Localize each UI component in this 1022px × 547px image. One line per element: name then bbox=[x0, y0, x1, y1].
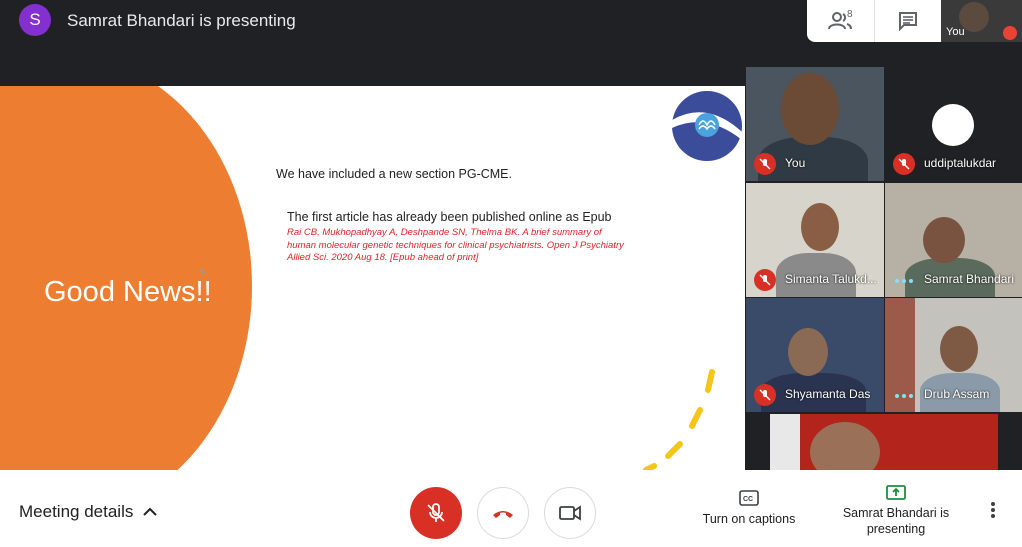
bottom-bar: Meeting details CC Turn on captions Samr… bbox=[0, 470, 1022, 547]
meet-window: S Samrat Bhandari is presenting 8 You Go… bbox=[0, 0, 1022, 547]
mic-off-icon bbox=[754, 269, 776, 291]
participant-tile-presenter-video[interactable] bbox=[770, 414, 998, 470]
mic-off-icon bbox=[754, 384, 776, 406]
hang-up-icon bbox=[493, 511, 513, 518]
participant-tile-you[interactable]: You bbox=[746, 67, 884, 181]
decorative-dashes bbox=[643, 369, 715, 470]
slide-heading: Good News!! bbox=[44, 276, 212, 308]
journal-logo bbox=[672, 91, 742, 161]
participant-tile-drub[interactable]: Drub Assam bbox=[885, 298, 1022, 412]
meeting-details-label: Meeting details bbox=[19, 502, 134, 521]
leave-call-button[interactable] bbox=[477, 487, 529, 539]
presenting-label: Samrat Bhandari is presenting bbox=[842, 506, 950, 536]
video-camera-icon bbox=[559, 505, 581, 521]
mic-off-icon bbox=[1003, 26, 1017, 40]
captions-label: Turn on captions bbox=[702, 512, 796, 526]
chevron-up-icon bbox=[143, 507, 158, 516]
slide-line-1: We have included a new section PG-CME. bbox=[276, 167, 512, 181]
chat-button[interactable] bbox=[873, 0, 942, 42]
top-bar: S Samrat Bhandari is presenting 8 You bbox=[0, 0, 1022, 44]
participant-name: Samrat Bhandari bbox=[924, 272, 1015, 286]
participant-name: Simanta Talukd... bbox=[785, 272, 877, 286]
present-screen-icon bbox=[886, 485, 906, 500]
mic-off-icon bbox=[893, 153, 915, 175]
presenting-title: Samrat Bhandari is presenting bbox=[67, 11, 296, 30]
captions-button[interactable]: CC Turn on captions bbox=[696, 490, 802, 526]
participant-name: You bbox=[785, 156, 806, 170]
participant-name: Shyamanta Das bbox=[785, 387, 871, 401]
closed-captions-icon: CC bbox=[739, 490, 759, 506]
participant-tile-shyamanta[interactable]: Shyamanta Das bbox=[746, 298, 884, 412]
mouse-cursor-icon bbox=[200, 268, 206, 276]
self-label: You bbox=[946, 26, 965, 38]
presentation-slide: Good News!! We have included a new secti… bbox=[0, 86, 745, 470]
presenting-button[interactable]: Samrat Bhandari is presenting bbox=[840, 484, 952, 537]
camera-toggle-button[interactable] bbox=[544, 487, 596, 539]
more-options-icon[interactable] bbox=[983, 500, 1003, 520]
slide-citation: Rai CB, Mukhopadhyay A, Deshpande SN, Th… bbox=[287, 227, 624, 263]
meeting-details-button[interactable]: Meeting details bbox=[19, 502, 158, 522]
microphone-toggle-button[interactable] bbox=[410, 487, 462, 539]
participant-name: Drub Assam bbox=[924, 387, 990, 401]
speaking-indicator-icon bbox=[895, 394, 913, 398]
svg-text:CC: CC bbox=[743, 496, 753, 503]
presenter-avatar: S bbox=[19, 4, 51, 36]
participant-tile-simanta[interactable]: Simanta Talukd... bbox=[746, 183, 884, 297]
speaking-indicator-icon bbox=[895, 279, 913, 283]
participant-tile-samrat[interactable]: Samrat Bhandari bbox=[885, 183, 1022, 297]
mic-off-icon bbox=[427, 503, 445, 522]
chat-icon bbox=[898, 12, 917, 31]
people-button[interactable]: 8 bbox=[807, 0, 874, 42]
self-preview[interactable]: You bbox=[941, 0, 1022, 42]
participant-name: uddiptalukdar bbox=[924, 156, 997, 170]
participant-video bbox=[770, 414, 998, 470]
participant-tile-uddiptalukdar[interactable]: uddiptalukdar bbox=[885, 67, 1022, 181]
slide-line-2: The first article has already been publi… bbox=[287, 210, 612, 224]
top-right-panel: 8 bbox=[807, 0, 941, 42]
mic-off-icon bbox=[754, 153, 776, 175]
people-count: 8 bbox=[847, 9, 853, 20]
